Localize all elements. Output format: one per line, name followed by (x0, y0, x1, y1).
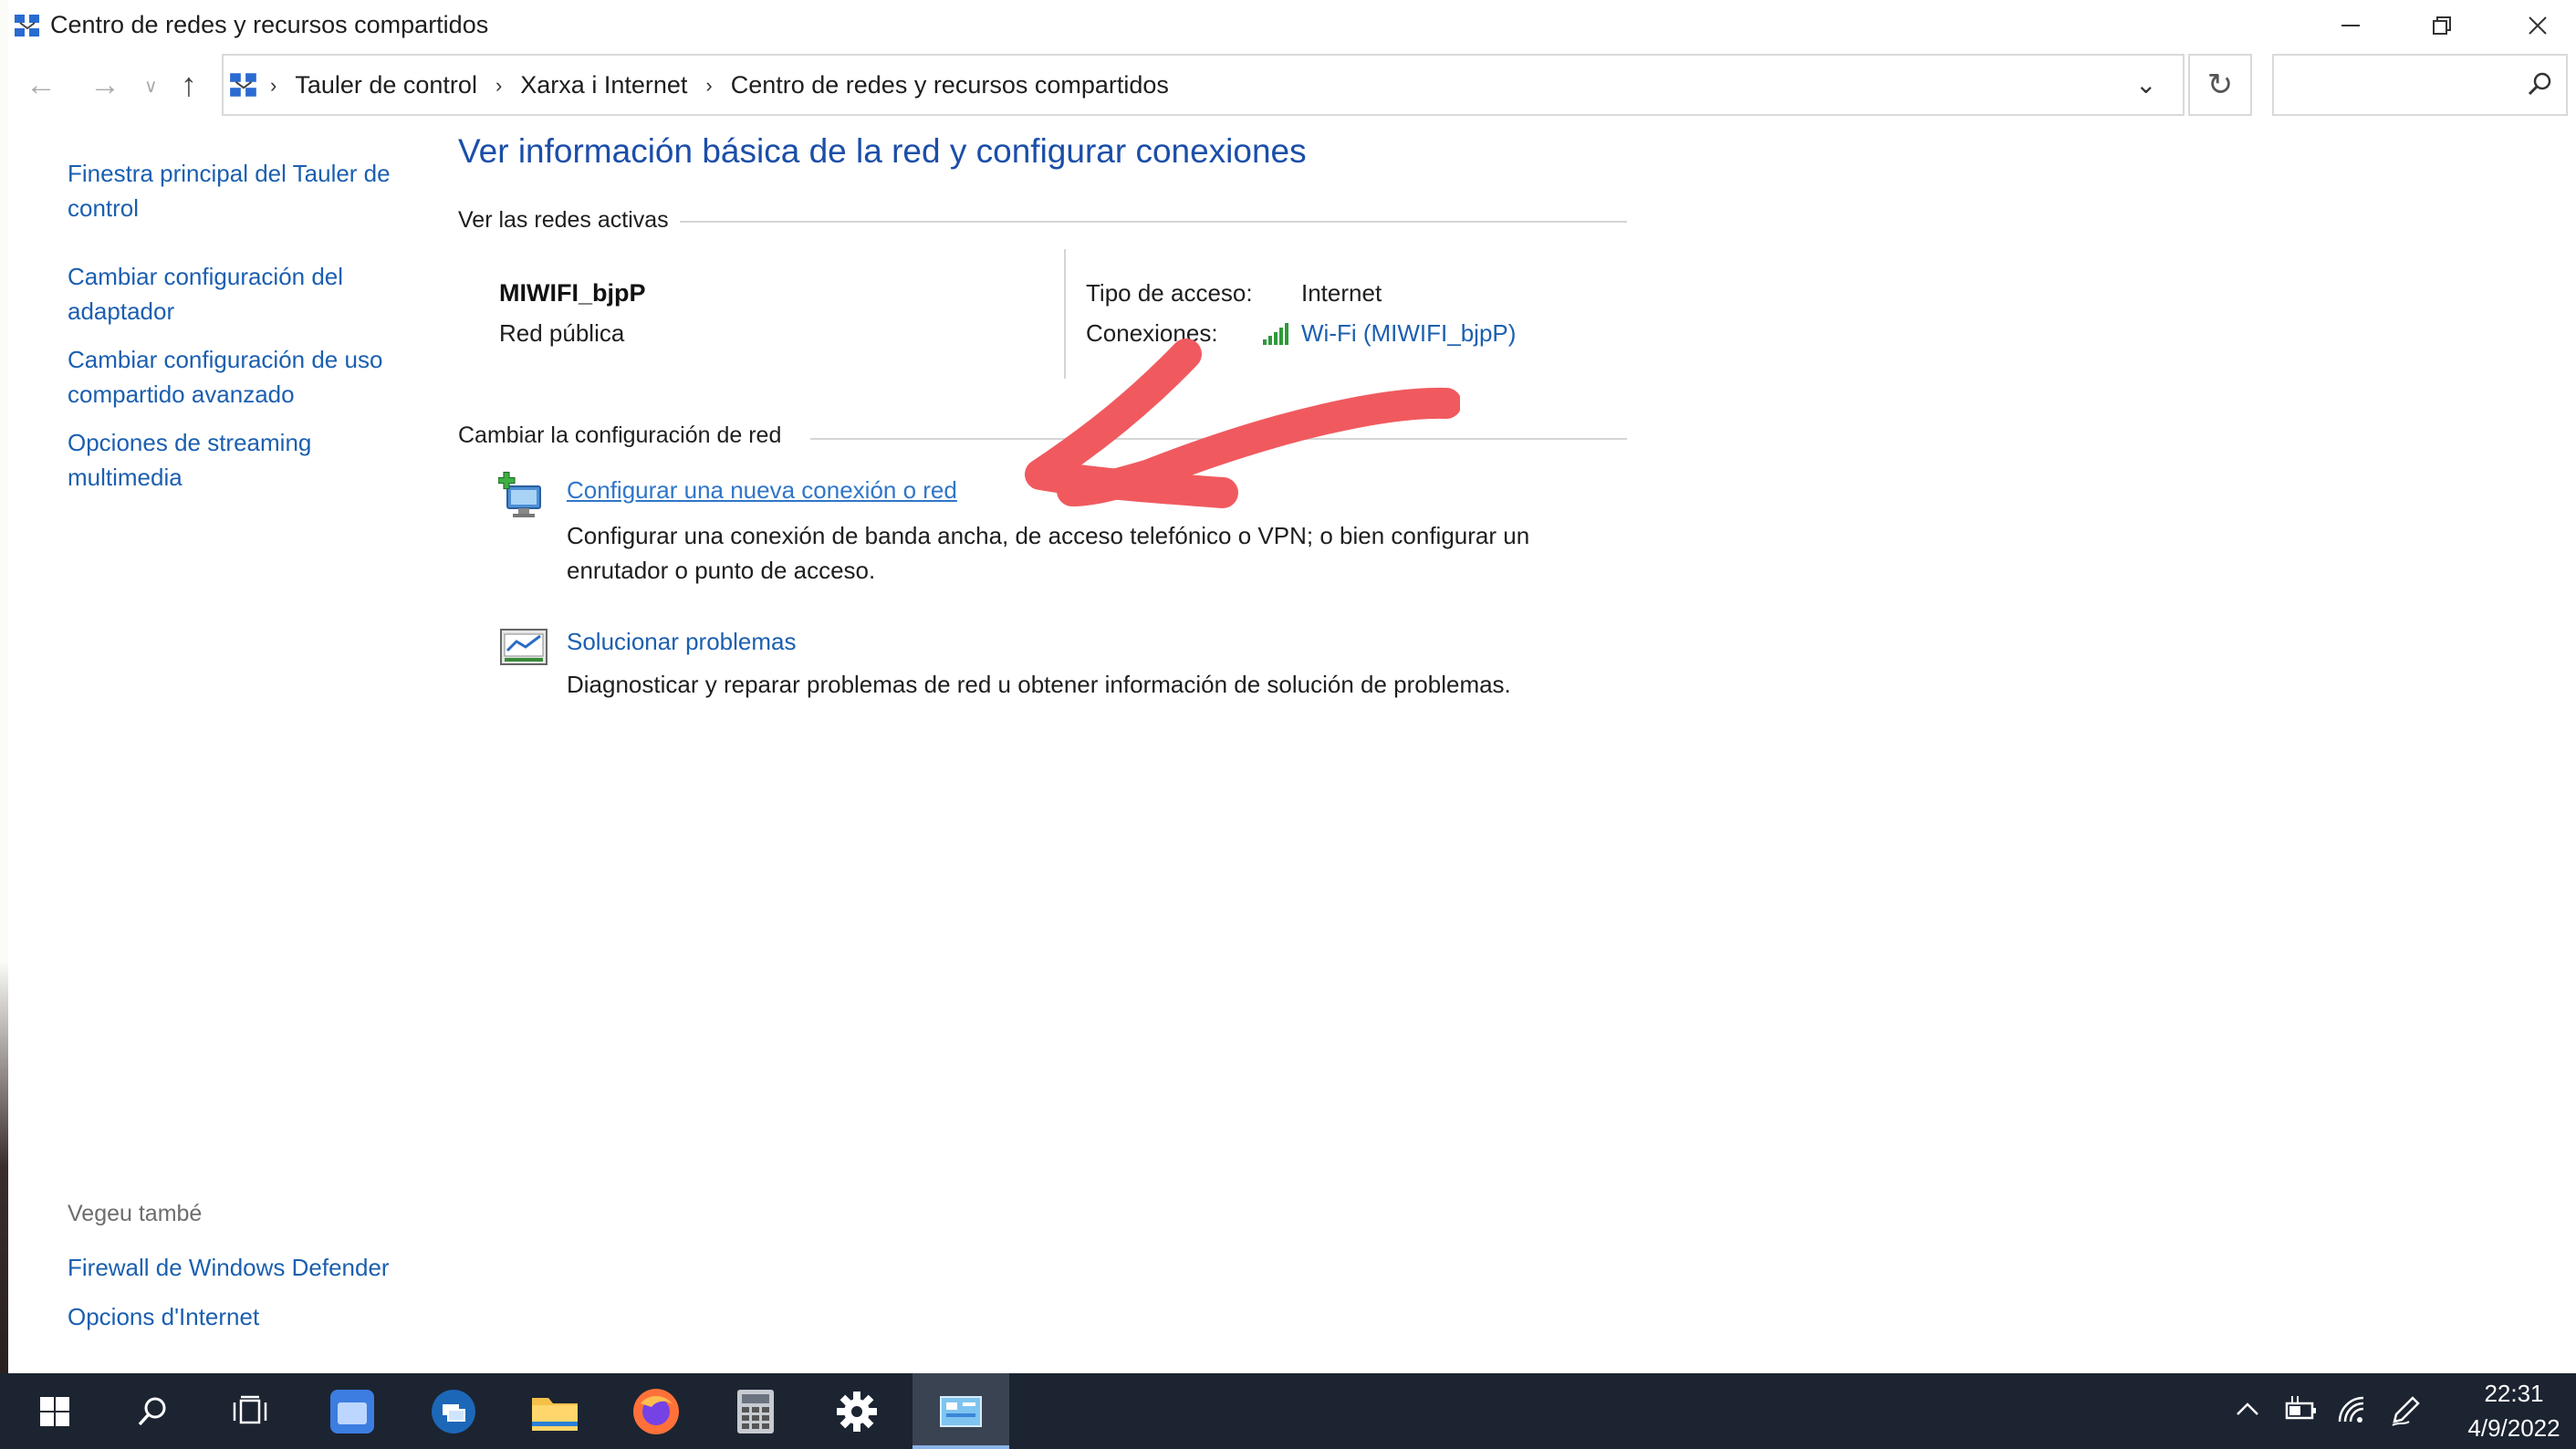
access-type-value: Internet (1301, 279, 1382, 307)
setup-new-connection-link[interactable]: Configurar una nueva conexión o red (567, 476, 957, 505)
task-view-button[interactable] (204, 1373, 296, 1449)
access-type-label: Tipo de acceso: (1086, 279, 1253, 307)
firefox-icon (633, 1388, 679, 1434)
chevron-right-icon[interactable]: › (705, 74, 712, 98)
gear-icon (837, 1391, 877, 1432)
breadcrumb: › Tauler de control › Xarxa i Internet ›… (270, 71, 1169, 99)
control-panel-icon (230, 73, 256, 97)
refresh-icon: ↻ (2206, 68, 2234, 102)
sidebar-link-media-streaming[interactable]: Opciones de streaming multimedia (68, 425, 414, 495)
see-also-heading: Vegeu també (68, 1201, 203, 1226)
close-icon (2529, 16, 2547, 35)
calculator-icon (737, 1389, 774, 1433)
network-type: Red pública (499, 319, 625, 347)
forward-arrow-icon[interactable]: → (89, 68, 120, 103)
taskbar-app-remote[interactable] (408, 1373, 499, 1449)
setup-new-connection-description: Configurar una conexión de banda ancha, … (567, 522, 1530, 584)
restore-icon (2433, 16, 2451, 35)
folder-icon (532, 1397, 578, 1431)
breadcrumb-item[interactable]: Xarxa i Internet (520, 71, 687, 99)
sidebar-link-adapter-settings[interactable]: Cambiar configuración del adaptador (68, 259, 414, 328)
taskbar-search-button[interactable] (108, 1373, 199, 1449)
clock-date[interactable]: 4/9/2022 (2455, 1414, 2573, 1443)
taskbar-app-settings[interactable] (811, 1373, 902, 1449)
change-settings-heading: Cambiar la configuración de red (458, 422, 782, 448)
restore-button[interactable] (2400, 0, 2484, 51)
address-dropdown-icon[interactable]: ⌄ (2135, 69, 2156, 99)
network-center-icon (15, 15, 39, 36)
red-arrow-annotation-icon (1025, 339, 1460, 508)
back-arrow-icon[interactable]: ← (26, 68, 57, 103)
close-button[interactable] (2496, 0, 2576, 51)
troubleshoot-link[interactable]: Solucionar problemas (567, 628, 796, 656)
see-also-firewall-link[interactable]: Firewall de Windows Defender (68, 1250, 390, 1285)
minimize-button[interactable] (2309, 0, 2393, 51)
task-view-icon (233, 1395, 267, 1423)
pen-icon[interactable] (2389, 1394, 2422, 1432)
search-icon[interactable] (2524, 68, 2557, 100)
start-button[interactable] (9, 1373, 100, 1449)
active-networks-heading: Ver las redes activas (458, 207, 669, 233)
minimize-icon (2341, 25, 2360, 26)
clock-time[interactable]: 22:31 (2464, 1380, 2564, 1408)
taskbar-app-widgets[interactable] (307, 1373, 398, 1449)
page-title: Ver información básica de la red y confi… (458, 132, 1307, 170)
taskbar-app-file-explorer[interactable] (509, 1373, 600, 1449)
battery-icon[interactable] (2283, 1394, 2318, 1430)
windows-logo-icon (40, 1396, 69, 1426)
wifi-icon[interactable] (2336, 1394, 2369, 1430)
troubleshoot-description: Diagnosticar y reparar problemas de red … (567, 671, 1511, 698)
sidebar-link-control-panel-home[interactable]: Finestra principal del Tauler de control (68, 156, 414, 225)
taskbar-app-control-panel-active[interactable] (913, 1373, 1009, 1449)
window-title: Centro de redes y recursos compartidos (50, 11, 489, 38)
remote-desktop-icon (432, 1389, 475, 1433)
desktop-edge (0, 0, 8, 1373)
refresh-button[interactable]: ↻ (2188, 54, 2252, 116)
new-connection-icon (498, 471, 541, 517)
chevron-right-icon[interactable]: › (495, 74, 502, 98)
up-arrow-icon[interactable]: ↑ (181, 66, 197, 104)
breadcrumb-item[interactable]: Tauler de control (295, 71, 477, 99)
breadcrumb-item[interactable]: Centro de redes y recursos compartidos (731, 71, 1169, 99)
recent-locations-chevron-icon[interactable]: ∨ (144, 75, 158, 98)
taskbar-app-firefox[interactable] (610, 1373, 702, 1449)
chevron-right-icon[interactable]: › (270, 74, 276, 98)
network-name: MIWIFI_bjpP (499, 279, 646, 307)
divider (680, 221, 1627, 223)
widgets-app-icon (330, 1389, 374, 1433)
show-hidden-icons-chevron-icon[interactable] (2234, 1396, 2261, 1428)
see-also-internet-options-link[interactable]: Opcions d'Internet (68, 1299, 259, 1334)
search-icon (138, 1397, 166, 1425)
troubleshoot-icon (500, 629, 548, 665)
taskbar-app-calculator[interactable] (710, 1373, 801, 1449)
control-panel-icon (940, 1395, 982, 1427)
sidebar-link-advanced-sharing[interactable]: Cambiar configuración de uso compartido … (68, 342, 414, 412)
